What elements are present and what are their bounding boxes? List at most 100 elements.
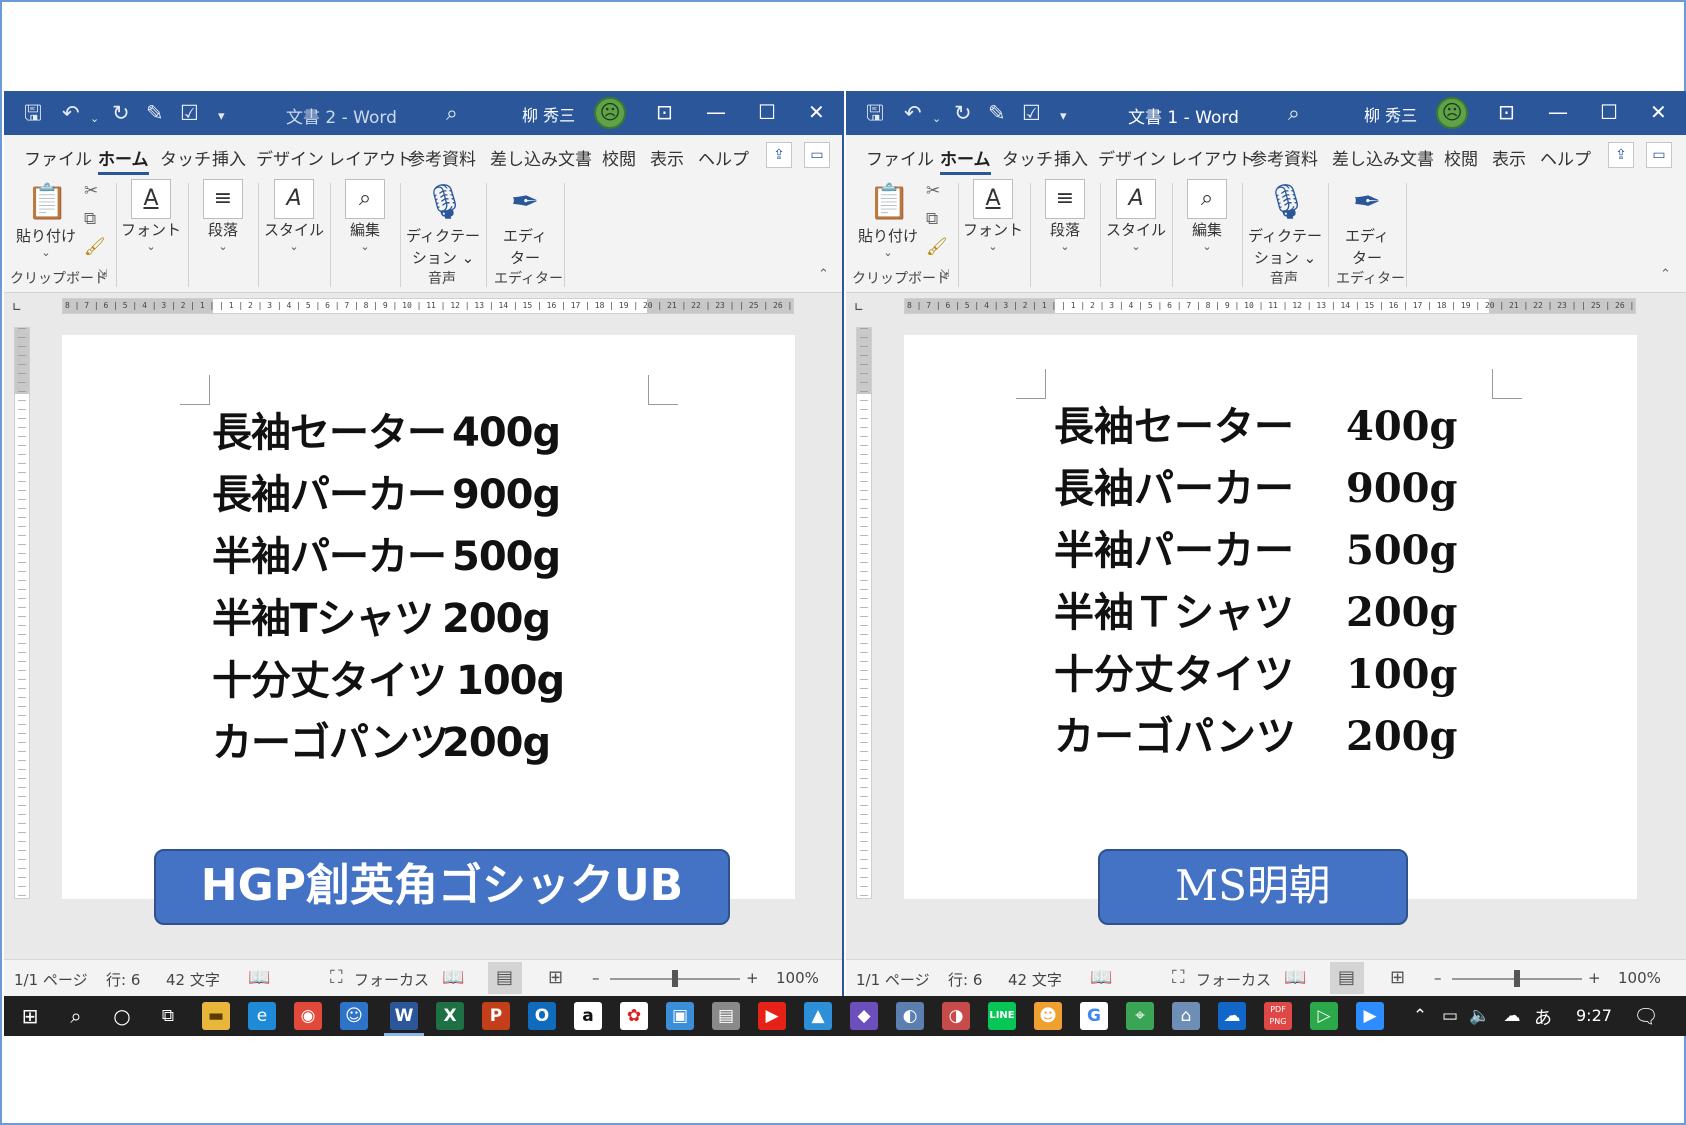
focus-icon[interactable]: ⛶ xyxy=(330,967,343,988)
focus-label[interactable]: フォーカス xyxy=(354,969,429,990)
chrome-icon[interactable]: ◉ xyxy=(294,1002,322,1030)
cloud-icon[interactable]: ☁ xyxy=(1500,1002,1524,1030)
copy-icon[interactable]: ⧉ xyxy=(84,209,96,229)
zoom-out-icon[interactable]: – xyxy=(1434,969,1442,987)
paint-icon[interactable]: ◆ xyxy=(850,1002,878,1030)
youtube-icon[interactable]: ▶ xyxy=(758,1002,786,1030)
redo-icon[interactable]: ↻ xyxy=(112,101,130,125)
tab-insert[interactable]: 挿入 xyxy=(1054,145,1088,170)
line-number[interactable]: 行: 6 xyxy=(106,969,140,990)
ribbon-display-icon[interactable]: ⊡ xyxy=(1498,100,1515,124)
user-name[interactable]: 柳 秀三 xyxy=(1364,102,1417,126)
zoom-level[interactable]: 100% xyxy=(776,969,819,987)
undo-dropdown-icon[interactable]: ⌄ xyxy=(90,107,99,131)
maps-icon[interactable]: ⌖ xyxy=(1126,1002,1154,1030)
dialog-launcher-icon[interactable]: ⇲ xyxy=(98,267,107,280)
font-button[interactable]: A フォント ⌄ xyxy=(962,179,1024,291)
line-number[interactable]: 行: 6 xyxy=(948,969,982,990)
share-icon[interactable]: ⇪ xyxy=(1608,142,1634,168)
tab-home[interactable]: ホーム xyxy=(98,145,149,175)
horizontal-ruler[interactable]: 8 | 7 | 6 | 5 | 4 | 3 | 2 | 1 | | 1 | 2 … xyxy=(62,298,794,314)
ime-indicator[interactable]: あ xyxy=(1534,1004,1552,1030)
paragraph-button[interactable]: ≡ 段落 ⌄ xyxy=(1034,179,1096,291)
char-count[interactable]: 42 文字 xyxy=(166,969,220,990)
edit-button[interactable]: ⌕ 編集 ⌄ xyxy=(1176,179,1238,291)
form-icon[interactable]: ☑ xyxy=(180,101,199,125)
tab-review[interactable]: 校閲 xyxy=(1444,145,1478,170)
chevron-up-icon[interactable]: ⌃ xyxy=(1410,1002,1430,1030)
ribbon-display-icon[interactable]: ⊡ xyxy=(656,100,673,124)
app-icon[interactable]: ✿ xyxy=(620,1002,648,1030)
web-layout-icon[interactable]: ⊞ xyxy=(1390,967,1405,988)
windows-start-icon[interactable]: ⊞ xyxy=(16,1002,44,1030)
zoom-icon[interactable]: ▶ xyxy=(1356,1002,1384,1030)
edit-button[interactable]: ⌕ 編集 ⌄ xyxy=(334,179,396,291)
onedrive-icon[interactable]: ☁ xyxy=(1218,1002,1246,1030)
document-page[interactable]: 長袖セーター 400g 長袖パーカー 900g 半袖パーカー 500g 半袖Tシ… xyxy=(62,335,795,925)
tab-references[interactable]: 参考資料 xyxy=(408,145,476,170)
app-icon[interactable]: ◑ xyxy=(942,1002,970,1030)
tab-layout[interactable]: レイアウト xyxy=(1170,145,1255,170)
style-button[interactable]: A スタイル ⌄ xyxy=(1104,179,1168,291)
app-icon[interactable]: ☻ xyxy=(1034,1002,1062,1030)
maximize-icon[interactable]: ☐ xyxy=(758,100,776,124)
read-mode-icon[interactable]: 📖 xyxy=(442,967,464,988)
dialog-launcher-icon[interactable]: ⇲ xyxy=(940,267,949,280)
undo-icon[interactable]: ↶ xyxy=(62,101,80,125)
print-layout-icon[interactable]: ▤ xyxy=(496,967,513,988)
page-count[interactable]: 1/1 ページ xyxy=(856,969,930,990)
app-icon[interactable]: ▣ xyxy=(666,1002,694,1030)
tab-file[interactable]: ファイル xyxy=(866,145,934,170)
customize-icon[interactable]: ▾ xyxy=(218,105,225,129)
photos-icon[interactable]: ▲ xyxy=(804,1002,832,1030)
focus-icon[interactable]: ⛶ xyxy=(1172,967,1185,988)
notification-icon[interactable]: 🗨 xyxy=(1632,1002,1660,1030)
draw-icon[interactable]: ✎ xyxy=(146,101,164,125)
app-icon[interactable]: ◐ xyxy=(896,1002,924,1030)
google-icon[interactable]: G xyxy=(1080,1002,1108,1030)
tab-selector-icon[interactable]: ∟ xyxy=(12,300,28,314)
zoom-in-icon[interactable]: + xyxy=(746,969,759,987)
tab-selector-icon[interactable]: ∟ xyxy=(854,300,870,314)
edge-icon[interactable]: e xyxy=(248,1002,276,1030)
tab-review[interactable]: 校閲 xyxy=(602,145,636,170)
tab-mailings[interactable]: 差し込み文書 xyxy=(1332,145,1434,170)
zoom-out-icon[interactable]: – xyxy=(592,969,600,987)
tab-mailings[interactable]: 差し込み文書 xyxy=(490,145,592,170)
style-button[interactable]: A スタイル ⌄ xyxy=(262,179,326,291)
collapse-ribbon-icon[interactable]: ⌃ xyxy=(1660,267,1671,282)
print-layout-icon[interactable]: ▤ xyxy=(1338,967,1355,988)
close-icon[interactable]: ✕ xyxy=(1650,100,1667,124)
font-button[interactable]: A フォント ⌄ xyxy=(120,179,182,291)
collapse-ribbon-icon[interactable]: ⌃ xyxy=(818,267,829,282)
word-icon[interactable]: W xyxy=(390,1002,418,1030)
zoom-slider[interactable] xyxy=(1514,970,1520,987)
tab-insert[interactable]: 挿入 xyxy=(212,145,246,170)
excel-icon[interactable]: X xyxy=(436,1002,464,1030)
font-name-label[interactable]: HGP創英角ゴシックUB xyxy=(154,849,730,925)
tab-view[interactable]: 表示 xyxy=(1492,145,1526,170)
format-painter-icon[interactable]: 🖌 xyxy=(926,237,948,257)
tab-touch[interactable]: タッチ xyxy=(1002,145,1053,170)
zoom-slider[interactable] xyxy=(672,970,678,987)
amazon-icon[interactable]: a xyxy=(574,1002,602,1030)
vertical-ruler[interactable] xyxy=(14,327,30,899)
read-mode-icon[interactable]: 📖 xyxy=(1284,967,1306,988)
volume-icon[interactable]: 🔈 xyxy=(1468,1002,1492,1030)
pdf-png-icon[interactable]: PDF PNG xyxy=(1264,1002,1292,1030)
outlook-icon[interactable]: O xyxy=(528,1002,556,1030)
close-icon[interactable]: ✕ xyxy=(808,100,825,124)
search-icon[interactable]: ⌕ xyxy=(62,1002,90,1030)
clock[interactable]: 9:27 xyxy=(1576,1006,1612,1025)
char-count[interactable]: 42 文字 xyxy=(1008,969,1062,990)
tab-view[interactable]: 表示 xyxy=(650,145,684,170)
focus-label[interactable]: フォーカス xyxy=(1196,969,1271,990)
comments-icon[interactable]: ▭ xyxy=(804,142,830,168)
tab-layout[interactable]: レイアウト xyxy=(328,145,413,170)
app-icon[interactable]: ▤ xyxy=(712,1002,740,1030)
document-page[interactable]: 長袖セーター 400g 長袖パーカー 900g 半袖パーカー 500g 半袖Ｔシ… xyxy=(904,335,1637,925)
format-painter-icon[interactable]: 🖌 xyxy=(84,237,106,257)
battery-icon[interactable]: ▭ xyxy=(1438,1002,1462,1030)
google-play-icon[interactable]: ▷ xyxy=(1310,1002,1338,1030)
undo-icon[interactable]: ↶ xyxy=(904,101,922,125)
